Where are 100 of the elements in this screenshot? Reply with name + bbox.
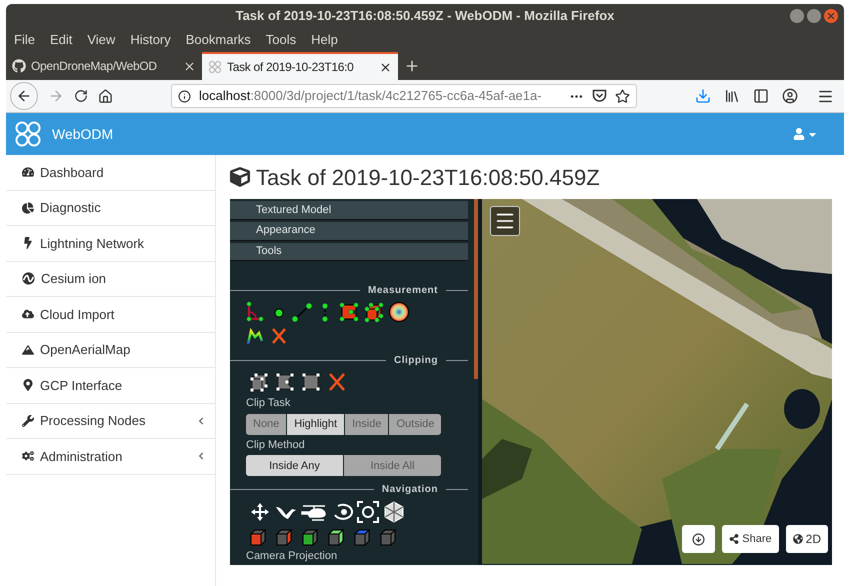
sidebar-label: Cesium ion [41, 270, 108, 288]
webodm-logo-icon [208, 60, 222, 74]
menu-item[interactable]: View [87, 30, 116, 50]
user-menu-button[interactable] [793, 128, 818, 140]
sidebar-label: Diagnostic [40, 199, 102, 217]
tab-label: Task of 2019-10-23T16:0 [227, 59, 355, 76]
focus-icon[interactable] [356, 500, 380, 524]
mountain-icon [22, 344, 34, 356]
sidebar-label: Cloud Import [40, 306, 116, 324]
gears-icon [22, 450, 34, 462]
sidebar-label: GCP Interface [40, 376, 124, 394]
download-icon[interactable] [695, 88, 711, 104]
menu-item[interactable]: Edit [50, 30, 72, 50]
share-icon [729, 534, 740, 544]
cube-left-view-icon[interactable] [248, 527, 268, 548]
volume-tool-icon[interactable] [363, 301, 385, 324]
menu-item[interactable]: Help [311, 30, 338, 50]
minimize-button[interactable] [790, 9, 804, 23]
menu-item[interactable]: Bookmarks [186, 30, 251, 50]
section-heading: Navigation [382, 483, 438, 498]
cube-icon [230, 167, 250, 187]
webodm-logo-icon [14, 120, 42, 148]
brand-name: WebODM [52, 124, 114, 144]
wave-circle-icon [22, 272, 35, 286]
cube-outline-icon[interactable] [382, 500, 406, 524]
sidebar-label: Dashboard [40, 164, 105, 182]
clip-volume-icon[interactable] [248, 371, 270, 394]
clip-polygon-icon[interactable] [274, 371, 296, 394]
library-icon[interactable] [724, 88, 740, 104]
close-icon [826, 11, 836, 21]
user-icon [793, 128, 805, 140]
url-text: localhost:8000/3d/project/1/task/4c212765-cc6a-45af-ae1a- [199, 87, 543, 106]
accordion-header[interactable]: Appearance [230, 222, 468, 241]
tab-label: OpenDroneMap/WebOD [31, 58, 158, 75]
clip-option-button[interactable]: Inside Any [246, 455, 343, 476]
sidebar-item[interactable]: Dashboard [6, 155, 215, 190]
section-heading: Clipping [394, 354, 438, 368]
browser-tab[interactable]: OpenDroneMap/WebOD [6, 52, 202, 80]
field-label: Clip Task [246, 396, 292, 412]
cube-right-view-icon[interactable] [274, 527, 294, 548]
pie-chart-icon [22, 202, 34, 214]
download-button[interactable] [682, 525, 716, 553]
sidebar-label: Administration [40, 448, 124, 466]
sidebar-item[interactable]: Cloud Import [6, 297, 215, 332]
bookmark-star-icon[interactable] [615, 88, 630, 104]
sidebar-item[interactable]: OpenAerialMap [6, 332, 215, 368]
sidebar-item[interactable]: Administration [6, 439, 215, 474]
account-icon[interactable] [782, 88, 798, 104]
cube-top-view-icon[interactable] [352, 527, 372, 548]
page-title: Task of 2019-10-23T16:08:50.459Z [256, 164, 600, 192]
sidebar-label: Lightning Network [40, 234, 146, 253]
cube-back-view-icon[interactable] [326, 527, 346, 548]
back-button[interactable] [10, 82, 38, 110]
maximize-button[interactable] [807, 9, 821, 23]
section-heading: Measurement [368, 284, 438, 298]
reload-icon[interactable] [74, 89, 88, 103]
field-label: Clip Method [246, 438, 306, 453]
close-tab-icon[interactable] [379, 60, 392, 74]
cube-front-view-icon[interactable] [300, 527, 320, 548]
close-button[interactable] [824, 9, 838, 23]
sidebar-item[interactable]: GCP Interface [6, 368, 215, 404]
sidebar-item[interactable]: Lightning Network [6, 226, 215, 262]
field-label: Camera Projection [246, 549, 338, 564]
2d-view-button[interactable]: 2D [786, 525, 828, 553]
pocket-icon[interactable] [592, 89, 607, 103]
menu-item[interactable]: Tools [266, 30, 296, 50]
accordion-header[interactable]: Textured Model [230, 201, 468, 220]
cloud-upload-icon [22, 308, 34, 320]
menu-item[interactable]: File [14, 30, 35, 50]
gauge-icon [22, 166, 34, 178]
globe-icon [792, 534, 803, 544]
arrow-circle-icon [692, 532, 706, 546]
wrench-icon [22, 414, 34, 427]
distance-tool-icon[interactable] [292, 301, 312, 324]
sphere-tool-icon[interactable] [388, 301, 410, 324]
new-tab-icon[interactable] [404, 58, 420, 74]
area-tool-icon[interactable] [338, 301, 360, 324]
address-field[interactable]: localhost:8000/3d/project/1/task/4c212765-cc6a-45af-ae1a- [171, 84, 637, 108]
sidebar-icon[interactable] [753, 88, 769, 104]
menu-item[interactable]: History [130, 30, 171, 50]
accordion-header[interactable]: Tools [230, 242, 468, 262]
menu-toggle-button[interactable] [490, 206, 520, 236]
sidebar-item[interactable]: Diagnostic [6, 190, 215, 226]
clip-box-icon[interactable] [300, 371, 322, 394]
bolt-icon [22, 237, 34, 250]
remove-icon[interactable] [326, 371, 348, 394]
sidebar-label: Processing Nodes [40, 412, 146, 430]
home-icon[interactable] [98, 88, 113, 104]
sidebar-item[interactable]: Cesium ion [6, 262, 215, 297]
clip-option-button[interactable]: Highlight [287, 414, 344, 435]
sidebar-label: OpenAerialMap [40, 341, 132, 359]
cube-bottom-view-icon[interactable] [378, 527, 398, 548]
angle-tool-icon[interactable] [246, 301, 266, 324]
share-button[interactable]: Share [722, 525, 779, 553]
github-icon [12, 59, 26, 73]
browser-tab[interactable]: Task of 2019-10-23T16:0 [202, 52, 398, 80]
close-tab-icon[interactable] [183, 60, 196, 72]
sidebar-item[interactable]: Processing Nodes [6, 404, 215, 439]
map-pin-icon [22, 379, 34, 392]
info-icon [178, 90, 191, 102]
